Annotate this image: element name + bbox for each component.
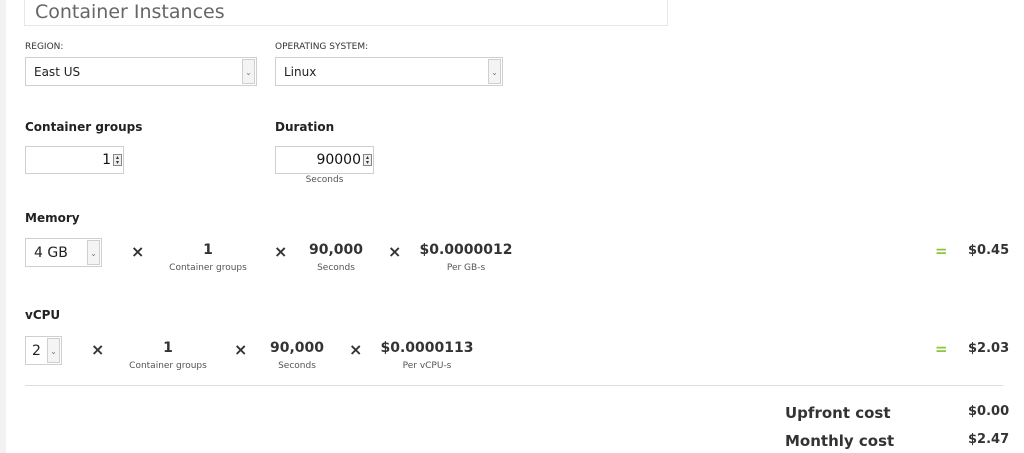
multiply-icon: ×	[349, 340, 363, 359]
container-groups-value: 1	[102, 152, 111, 168]
duration-value: 90000	[316, 152, 361, 168]
memory-value: 4 GB	[34, 245, 68, 261]
duration-unit: Seconds	[305, 175, 344, 185]
container-groups-input[interactable]: 1 ▴ ▾	[25, 146, 124, 174]
vcpu-value: 2	[32, 343, 41, 359]
duration-input[interactable]: 90000 ▴ ▾	[275, 146, 374, 174]
memory-total: $0.45	[968, 243, 1010, 258]
memory-rate-unit: Per GB-s	[446, 263, 486, 273]
monthly-cost-label: Monthly cost	[785, 432, 895, 450]
region-select[interactable]: East US ⌄	[25, 57, 257, 86]
memory-seconds-value: 90,000	[308, 242, 364, 258]
vcpu-groups-unit: Container groups	[129, 361, 207, 371]
vcpu-label: vCPU	[25, 308, 61, 322]
memory-select[interactable]: 4 GB ⌄	[25, 238, 102, 267]
stepper-icon[interactable]: ▴ ▾	[113, 154, 122, 166]
vcpu-seconds-value: 90,000	[269, 340, 325, 356]
page-title: Container Instances	[35, 1, 225, 23]
multiply-icon: ×	[131, 242, 145, 261]
chevron-down-icon: ⌄	[47, 338, 60, 363]
memory-label: Memory	[25, 211, 80, 225]
summary-divider	[25, 385, 1003, 386]
os-value: Linux	[284, 65, 317, 79]
vcpu-total: $2.03	[968, 341, 1010, 356]
upfront-cost-label: Upfront cost	[785, 404, 891, 422]
vcpu-rate-unit: Per vCPU-s	[402, 361, 452, 371]
multiply-icon: ×	[234, 340, 248, 359]
vcpu-rate-value: $0.0000113	[380, 340, 474, 356]
chevron-down-icon: ⌄	[242, 59, 255, 84]
duration-label: Duration	[275, 120, 335, 134]
container-groups-label: Container groups	[25, 120, 143, 134]
vcpu-groups-value: 1	[163, 340, 173, 356]
chevron-down-icon: ⌄	[87, 240, 100, 265]
vcpu-seconds-unit: Seconds	[278, 361, 316, 371]
vcpu-select[interactable]: 2 ⌄	[25, 336, 62, 365]
os-select[interactable]: Linux ⌄	[275, 57, 503, 86]
title-box: Container Instances	[24, 0, 668, 26]
equals-icon: =	[935, 340, 948, 358]
multiply-icon: ×	[91, 340, 105, 359]
chevron-down-icon: ⌄	[488, 59, 501, 84]
estimate-panel: Container Instances REGION: East US ⌄ OP…	[6, 0, 1024, 453]
memory-seconds-unit: Seconds	[317, 263, 355, 273]
memory-groups-unit: Container groups	[169, 263, 247, 273]
region-value: East US	[34, 65, 81, 79]
stepper-icon[interactable]: ▴ ▾	[363, 154, 372, 166]
upfront-cost-value: $0.00	[968, 404, 1010, 419]
memory-rate-value: $0.0000012	[419, 242, 513, 258]
memory-groups-value: 1	[203, 242, 213, 258]
multiply-icon: ×	[274, 242, 288, 261]
equals-icon: =	[935, 242, 948, 260]
monthly-cost-value: $2.47	[968, 432, 1010, 447]
multiply-icon: ×	[388, 242, 402, 261]
os-label: OPERATING SYSTEM:	[275, 42, 369, 52]
region-label: REGION:	[25, 42, 64, 52]
